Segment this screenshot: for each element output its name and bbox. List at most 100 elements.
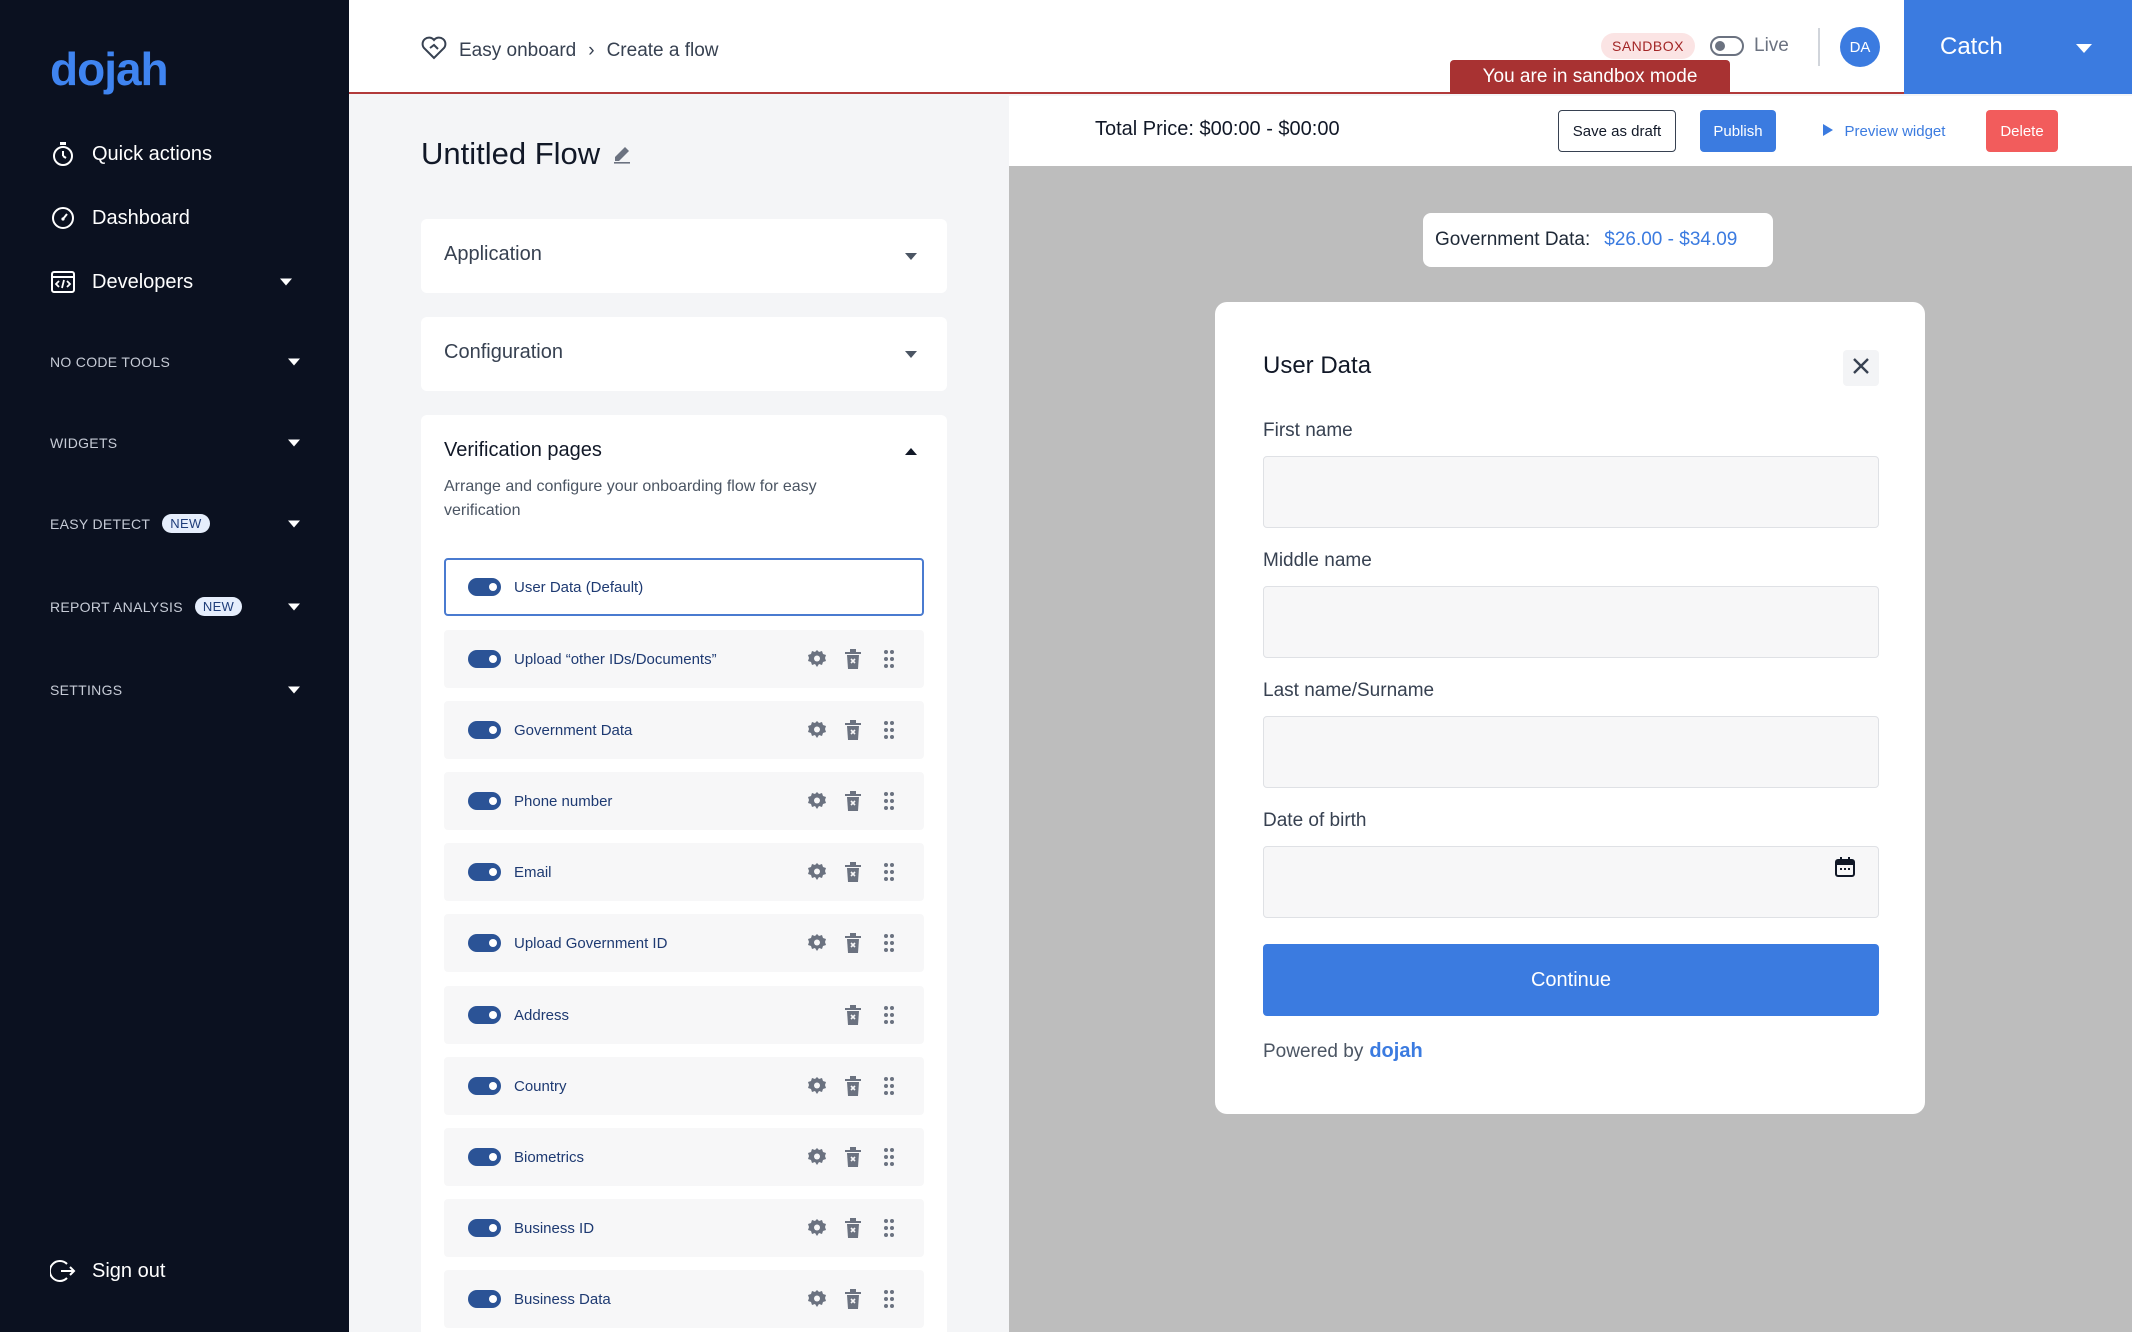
drag-handle-icon[interactable] <box>878 1004 900 1026</box>
dojah-logo[interactable]: dojah <box>50 42 169 96</box>
gov-label: Government Data: <box>1435 229 1591 250</box>
chevron-down-icon <box>2076 44 2092 53</box>
chevron-up-icon[interactable] <box>905 448 917 455</box>
settings-gear-icon[interactable] <box>806 648 828 670</box>
settings-gear-icon[interactable] <box>806 1288 828 1310</box>
accordion-configuration[interactable]: Configuration <box>421 317 947 391</box>
calendar-icon[interactable] <box>1835 857 1855 882</box>
page-toggle[interactable] <box>468 1290 501 1308</box>
page-row-actions <box>806 1075 900 1097</box>
settings-gear-icon[interactable] <box>806 1217 828 1239</box>
page-row[interactable]: Country <box>444 1057 924 1115</box>
chevron-down-icon <box>288 358 300 366</box>
sign-out-icon <box>50 1258 76 1284</box>
nav-developers[interactable]: Developers <box>50 269 300 295</box>
page-row[interactable]: Upload Government ID <box>444 914 924 972</box>
page-toggle[interactable] <box>468 650 501 668</box>
nav-dashboard[interactable]: Dashboard <box>50 205 190 231</box>
page-toggle[interactable] <box>468 1148 501 1166</box>
page-label: Country <box>514 1077 567 1095</box>
avatar[interactable]: DA <box>1840 27 1880 67</box>
live-toggle[interactable] <box>1710 36 1744 56</box>
page-toggle[interactable] <box>468 1219 501 1237</box>
powered-by-text: Powered by <box>1263 1041 1364 1062</box>
page-row[interactable]: Business ID <box>444 1199 924 1257</box>
page-row[interactable]: Biometrics <box>444 1128 924 1186</box>
sign-out-button[interactable]: Sign out <box>50 1258 165 1284</box>
page-toggle[interactable] <box>468 1077 501 1095</box>
page-toggle[interactable] <box>468 863 501 881</box>
drag-handle-icon[interactable] <box>878 719 900 741</box>
delete-trash-icon[interactable] <box>842 932 864 954</box>
section-settings[interactable]: SETTINGS <box>50 682 300 698</box>
page-label: User Data (Default) <box>514 578 644 596</box>
publish-button[interactable]: Publish <box>1700 110 1776 152</box>
drag-handle-icon[interactable] <box>878 861 900 883</box>
page-toggle[interactable] <box>468 1006 501 1024</box>
breadcrumb-item: Create a flow <box>606 40 719 61</box>
delete-trash-icon[interactable] <box>842 1217 864 1239</box>
chevron-down-icon <box>288 603 300 610</box>
breadcrumb-item[interactable]: Easy onboard <box>459 40 576 62</box>
page-toggle[interactable] <box>468 934 501 952</box>
continue-button[interactable]: Continue <box>1263 944 1879 1016</box>
middle-name-input[interactable] <box>1263 586 1879 658</box>
date-of-birth-input[interactable] <box>1263 846 1879 918</box>
drag-handle-icon[interactable] <box>878 648 900 670</box>
nav-quick-actions[interactable]: Quick actions <box>50 141 212 167</box>
drag-handle-icon[interactable] <box>878 1288 900 1310</box>
settings-gear-icon[interactable] <box>806 790 828 812</box>
settings-gear-icon[interactable] <box>806 719 828 741</box>
page-row[interactable]: Government Data <box>444 701 924 759</box>
section-easy-detect[interactable]: EASY DETECT NEW <box>50 514 300 533</box>
page-row-default[interactable]: User Data (Default) <box>444 558 924 616</box>
widget-preview: Government Data: $26.00 - $34.09 User Da… <box>1009 166 2132 1332</box>
delete-trash-icon[interactable] <box>842 1146 864 1168</box>
delete-trash-icon[interactable] <box>842 790 864 812</box>
page-toggle[interactable] <box>468 721 501 739</box>
delete-trash-icon[interactable] <box>842 1075 864 1097</box>
page-row[interactable]: Business Data <box>444 1270 924 1328</box>
section-label: REPORT ANALYSIS <box>50 598 183 615</box>
section-report-analysis[interactable]: REPORT ANALYSIS NEW <box>50 597 300 616</box>
delete-trash-icon[interactable] <box>842 648 864 670</box>
delete-trash-icon[interactable] <box>842 861 864 883</box>
last-name-input[interactable] <box>1263 716 1879 788</box>
close-icon <box>1851 356 1871 381</box>
page-toggle[interactable] <box>468 578 501 596</box>
close-button[interactable] <box>1843 350 1879 386</box>
account-switcher[interactable]: Catch <box>1904 0 2132 94</box>
drag-handle-icon[interactable] <box>878 1217 900 1239</box>
save-draft-button[interactable]: Save as draft <box>1558 110 1676 152</box>
new-badge: NEW <box>194 597 243 616</box>
section-no-code-tools[interactable]: NO CODE TOOLS <box>50 354 300 370</box>
preview-widget-button[interactable]: Preview widget <box>1814 110 1954 152</box>
drag-handle-icon[interactable] <box>878 1146 900 1168</box>
drag-handle-icon[interactable] <box>878 932 900 954</box>
accordion-application[interactable]: Application <box>421 219 947 293</box>
settings-gear-icon[interactable] <box>806 1075 828 1097</box>
settings-gear-icon[interactable] <box>806 1146 828 1168</box>
government-data-price-chip: Government Data: $26.00 - $34.09 <box>1423 213 1773 267</box>
delete-trash-icon[interactable] <box>842 1288 864 1310</box>
page-label: Address <box>514 1006 570 1024</box>
delete-trash-icon[interactable] <box>842 719 864 741</box>
page-row[interactable]: Email <box>444 843 924 901</box>
page-row[interactable]: Phone number <box>444 772 924 830</box>
edit-pencil-icon[interactable] <box>612 136 632 172</box>
drag-handle-icon[interactable] <box>878 1075 900 1097</box>
settings-gear-icon[interactable] <box>806 932 828 954</box>
settings-gear-icon[interactable] <box>806 861 828 883</box>
first-name-input[interactable] <box>1263 456 1879 528</box>
drag-handle-icon[interactable] <box>878 790 900 812</box>
section-widgets[interactable]: WIDGETS <box>50 435 300 451</box>
page-row[interactable]: Upload “other IDs/Documents” <box>444 630 924 688</box>
page-toggle[interactable] <box>468 792 501 810</box>
page-row[interactable]: Address <box>444 986 924 1044</box>
page-row-actions <box>806 719 900 741</box>
delete-trash-icon[interactable] <box>842 1004 864 1026</box>
page-row-actions <box>806 861 900 883</box>
delete-button[interactable]: Delete <box>1986 110 2058 152</box>
accordion-title: Configuration <box>444 341 563 363</box>
accordion-title[interactable]: Verification pages <box>444 439 602 462</box>
